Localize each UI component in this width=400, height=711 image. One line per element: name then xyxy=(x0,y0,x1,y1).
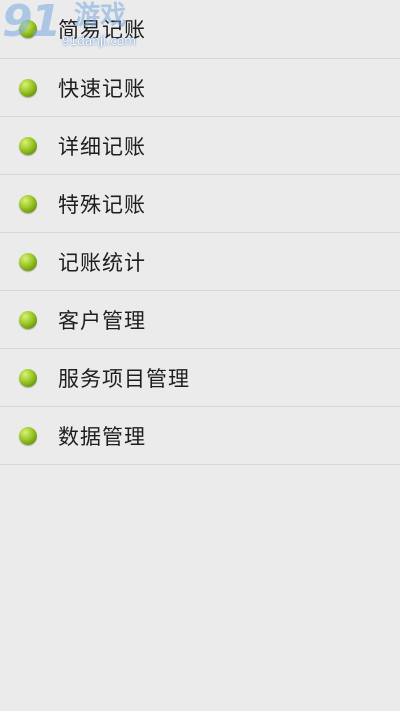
menu-item-detailed-bookkeeping[interactable]: 详细记账 xyxy=(0,117,400,175)
menu-item-bookkeeping-stats[interactable]: 记账统计 xyxy=(0,233,400,291)
menu-item-simple-bookkeeping[interactable]: 简易记账 xyxy=(0,0,400,59)
menu-item-label: 客户管理 xyxy=(58,308,146,333)
green-dot-icon xyxy=(19,20,37,38)
menu-item-label: 快速记账 xyxy=(58,76,146,101)
green-dot-icon xyxy=(19,136,37,155)
green-dot-icon xyxy=(19,426,37,445)
menu-item-special-bookkeeping[interactable]: 特殊记账 xyxy=(0,175,400,233)
green-dot-icon xyxy=(19,78,37,97)
green-dot-icon xyxy=(19,310,37,329)
menu-item-label: 服务项目管理 xyxy=(58,366,190,391)
menu-item-label: 特殊记账 xyxy=(58,192,146,217)
green-dot-icon xyxy=(19,194,37,213)
menu-item-service-management[interactable]: 服务项目管理 xyxy=(0,349,400,407)
menu-item-data-management[interactable]: 数据管理 xyxy=(0,407,400,465)
menu-item-label: 记账统计 xyxy=(58,250,146,275)
menu-item-label: 数据管理 xyxy=(58,424,146,449)
menu-item-label: 简易记账 xyxy=(58,18,146,42)
menu-item-quick-bookkeeping[interactable]: 快速记账 xyxy=(0,59,400,117)
main-menu-list: 简易记账 快速记账 详细记账 特殊记账 记账统计 客户管理 服务项目管理 数据管… xyxy=(0,0,400,465)
menu-item-label: 详细记账 xyxy=(58,134,146,159)
menu-item-customer-management[interactable]: 客户管理 xyxy=(0,291,400,349)
green-dot-icon xyxy=(19,252,37,271)
green-dot-icon xyxy=(19,368,37,387)
